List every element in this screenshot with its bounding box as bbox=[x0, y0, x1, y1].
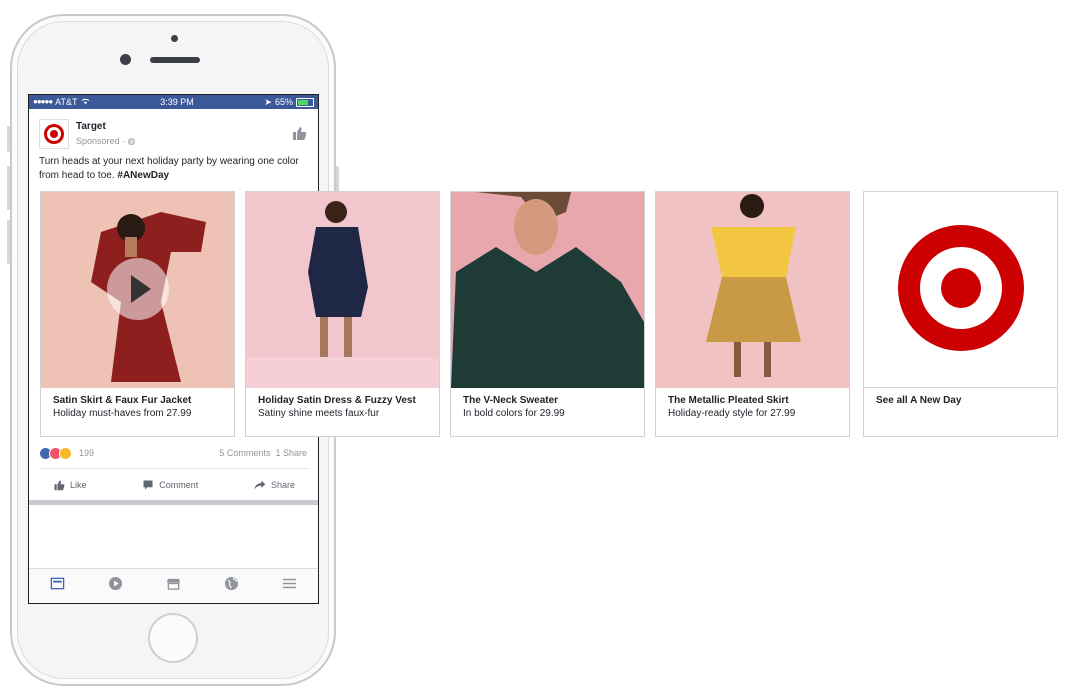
battery-percent: 65% bbox=[274, 97, 293, 107]
news-feed-icon bbox=[51, 577, 65, 590]
home-button[interactable] bbox=[148, 613, 198, 663]
play-icon[interactable] bbox=[107, 258, 169, 320]
post-text: Turn heads at your next holiday party by… bbox=[39, 155, 315, 183]
carousel-card-see-all[interactable]: See all A New Day bbox=[863, 191, 1058, 437]
carrier-label: AT&T bbox=[55, 97, 78, 107]
marketplace-icon bbox=[166, 578, 181, 590]
like-label: Like bbox=[70, 480, 87, 490]
location-icon: ➤ bbox=[264, 97, 272, 107]
reaction-count: 199 bbox=[79, 448, 95, 458]
status-bar: ●●●●● AT&T 3:39 PM ➤ 65% bbox=[29, 95, 318, 109]
engagement-stats[interactable]: 5 Comments 1 Share bbox=[219, 448, 307, 458]
post-actions: Like Comment Share bbox=[39, 475, 309, 495]
like-page-button[interactable] bbox=[291, 125, 307, 141]
product-image[interactable] bbox=[451, 192, 644, 388]
share-icon bbox=[254, 480, 266, 490]
thumbs-up-icon bbox=[293, 127, 307, 140]
carousel-card[interactable]: Satin Skirt & Faux Fur Jacket Holiday mu… bbox=[40, 191, 235, 437]
like-button[interactable]: Like bbox=[39, 475, 101, 495]
reactions-bar[interactable]: 199 5 Comments 1 Share bbox=[39, 447, 309, 461]
divider bbox=[39, 468, 309, 469]
globe-icon: ◍ bbox=[127, 136, 136, 146]
volume-up-button bbox=[7, 166, 10, 210]
product-image[interactable] bbox=[41, 192, 234, 388]
feed-separator bbox=[29, 500, 318, 505]
post-hashtag[interactable]: #ANewDay bbox=[117, 170, 169, 181]
tab-video[interactable] bbox=[108, 576, 123, 596]
comment-icon bbox=[143, 480, 153, 490]
model-v-neck-sweater-image bbox=[451, 192, 644, 388]
globe-icon bbox=[224, 576, 238, 591]
comments-count[interactable]: 5 Comments bbox=[219, 448, 270, 458]
target-logo-icon bbox=[44, 124, 64, 144]
comment-button[interactable]: Comment bbox=[128, 475, 212, 495]
sponsored-label: Sponsored · ◍ bbox=[76, 136, 135, 147]
product-image[interactable] bbox=[246, 192, 439, 388]
reaction-icons bbox=[39, 447, 72, 460]
sponsored-text: Sponsored · bbox=[76, 136, 126, 146]
target-logo-icon bbox=[898, 225, 1024, 351]
post-header: Target Sponsored · ◍ bbox=[39, 119, 309, 153]
card-subtitle: In bold colors for 29.99 bbox=[463, 408, 565, 419]
card-subtitle: Holiday must-haves from 27.99 bbox=[53, 408, 192, 419]
share-button[interactable]: Share bbox=[240, 475, 309, 495]
proximity-sensor bbox=[171, 35, 178, 42]
front-camera bbox=[120, 54, 131, 65]
product-image[interactable] bbox=[656, 192, 849, 388]
tab-menu[interactable] bbox=[282, 576, 297, 596]
card-title: Holiday Satin Dress & Fuzzy Vest bbox=[258, 395, 416, 406]
tab-news-feed[interactable] bbox=[50, 576, 65, 596]
volume-down-button bbox=[7, 220, 10, 264]
signal-icon: ●●●●● bbox=[33, 97, 53, 106]
clock: 3:39 PM bbox=[160, 97, 194, 107]
card-subtitle: Satiny shine meets faux-fur bbox=[258, 408, 380, 419]
card-title: The Metallic Pleated Skirt bbox=[668, 395, 789, 406]
tab-world[interactable] bbox=[224, 576, 239, 596]
tab-marketplace[interactable] bbox=[166, 576, 181, 596]
comment-label: Comment bbox=[159, 480, 199, 490]
card-title: The V-Neck Sweater bbox=[463, 395, 559, 406]
mute-switch bbox=[7, 126, 10, 152]
page-avatar[interactable] bbox=[39, 119, 69, 149]
shares-count[interactable]: 1 Share bbox=[275, 448, 307, 458]
thumbs-up-icon bbox=[54, 480, 65, 491]
model-metallic-skirt-image bbox=[656, 192, 849, 388]
carousel-card[interactable]: The Metallic Pleated Skirt Holiday-ready… bbox=[655, 191, 850, 437]
card-title: Satin Skirt & Faux Fur Jacket bbox=[53, 395, 192, 406]
wifi-icon bbox=[81, 95, 90, 109]
bottom-tab-bar bbox=[29, 568, 318, 603]
share-label: Share bbox=[270, 480, 295, 490]
see-all-image[interactable] bbox=[864, 192, 1057, 388]
card-subtitle: Holiday-ready style for 27.99 bbox=[668, 408, 796, 419]
battery-icon bbox=[295, 97, 314, 107]
model-satin-dress-image bbox=[246, 192, 439, 388]
menu-icon bbox=[282, 578, 296, 589]
video-icon bbox=[109, 576, 123, 591]
page-name[interactable]: Target bbox=[76, 121, 106, 132]
wow-reaction-icon bbox=[59, 447, 72, 460]
card-title: See all A New Day bbox=[876, 395, 962, 406]
earpiece-speaker bbox=[150, 57, 200, 63]
carousel-card[interactable]: The V-Neck Sweater In bold colors for 29… bbox=[450, 191, 645, 437]
carousel-card[interactable]: Holiday Satin Dress & Fuzzy Vest Satiny … bbox=[245, 191, 440, 437]
